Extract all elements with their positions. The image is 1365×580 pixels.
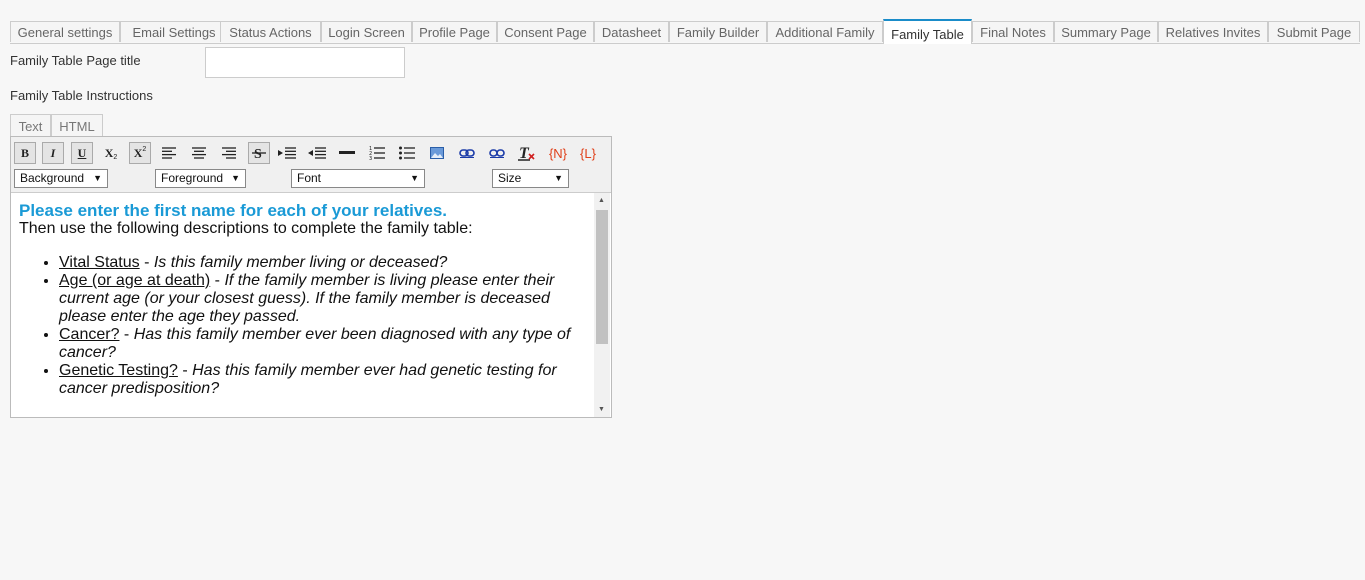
list-item: Cancer? - Has this family member ever be… [59,326,589,362]
tab-email-settings[interactable]: Email Settings [120,21,228,42]
subscript-label: X [104,145,114,160]
description-list: Vital Status - Is this family member liv… [19,254,589,398]
chevron-down-icon: ▼ [231,173,240,183]
editor-mode-html-tab[interactable]: HTML [51,114,103,137]
subscript-mark: 2 [113,153,118,161]
list-item-separator: - [210,272,225,289]
chevron-down-icon: ▼ [554,173,563,183]
chevron-down-icon: ▼ [410,173,419,183]
scrollbar-thumb[interactable] [596,210,608,344]
editor-content-area[interactable]: Please enter the first name for each of … [19,201,589,398]
bold-label: B [20,145,29,160]
insert-link-token-button[interactable]: {L} [575,142,601,164]
tab-profile-page[interactable]: Profile Page [412,21,497,42]
page-title-input[interactable] [205,47,405,78]
foreground-dropdown-label: Foreground [161,171,224,185]
list-item: Age (or age at death) - If the family me… [59,272,589,326]
tab-general-settings[interactable]: General settings [10,21,120,42]
ordered-list-icon[interactable]: 123 [366,142,388,164]
tab-status-actions[interactable]: Status Actions [220,21,321,42]
tab-datasheet[interactable]: Datasheet [594,21,669,42]
bullet-list-icon[interactable] [396,142,418,164]
italic-button[interactable]: I [42,142,64,164]
font-dropdown-label: Font [297,171,322,185]
horizontal-rule-icon[interactable] [336,142,358,164]
align-right-icon[interactable] [218,142,240,164]
background-color-dropdown[interactable]: Background ▼ [14,169,108,188]
editor-scrollbar[interactable]: ▲ ▼ [594,193,610,417]
settings-tab-bar: General settings Email Settings Status A… [10,19,1360,44]
svg-text:3: 3 [369,156,372,160]
tab-consent-page[interactable]: Consent Page [497,21,594,42]
align-left-icon[interactable] [158,142,180,164]
align-center-icon[interactable] [188,142,210,164]
indent-icon[interactable] [276,142,298,164]
list-item: Genetic Testing? - Has this family membe… [59,362,589,398]
tab-final-notes[interactable]: Final Notes [972,21,1054,42]
list-item-description: Is this family member living or deceased… [153,254,448,271]
list-item-term: Vital Status [59,254,140,271]
list-item-separator: - [119,326,134,343]
editor-toolbar: B I U X2 X2 S 123 [11,137,611,193]
list-item-term: Genetic Testing? [59,362,178,379]
underline-button[interactable]: U [71,142,93,164]
instructions-label: Family Table Instructions [10,88,153,103]
superscript-button[interactable]: X2 [129,142,151,164]
font-family-dropdown[interactable]: Font ▼ [291,169,425,188]
strikethrough-icon[interactable]: S [248,142,270,164]
image-icon[interactable] [426,142,448,164]
content-intro: Then use the following descriptions to c… [19,220,473,237]
svg-text:T: T [519,145,530,161]
list-item: Vital Status - Is this family member liv… [59,254,589,272]
tab-additional-family[interactable]: Additional Family [767,21,883,42]
clear-formatting-icon[interactable]: T [516,142,538,164]
insert-name-token-button[interactable]: {N} [545,142,571,164]
background-dropdown-label: Background [20,171,85,185]
page-title-label: Family Table Page title [10,53,141,68]
unlink-icon[interactable] [486,142,508,164]
italic-label: I [50,145,56,160]
link-icon[interactable] [456,142,478,164]
list-item-separator: - [139,254,154,271]
outdent-icon[interactable] [306,142,328,164]
superscript-label: X [133,145,143,160]
tab-summary-page[interactable]: Summary Page [1054,21,1158,42]
list-item-separator: - [177,362,193,379]
chevron-down-icon: ▼ [93,173,102,183]
underline-label: U [77,145,87,160]
list-item-term: Cancer? [59,326,120,343]
foreground-color-dropdown[interactable]: Foreground ▼ [155,169,246,188]
editor-mode-text-tab[interactable]: Text [10,114,51,137]
tab-submit-page[interactable]: Submit Page [1268,21,1360,42]
tab-login-screen[interactable]: Login Screen [321,21,412,42]
tab-family-builder[interactable]: Family Builder [669,21,767,42]
font-size-dropdown[interactable]: Size ▼ [492,169,569,188]
superscript-mark: 2 [142,145,147,153]
rich-text-editor: B I U X2 X2 S 123 [10,136,612,418]
size-dropdown-label: Size [498,171,522,185]
list-item-description: Has this family member ever been diagnos… [59,326,571,361]
list-item-term: Age (or age at death) [59,272,211,289]
content-heading: Please enter the first name for each of … [19,201,447,220]
tab-relatives-invites[interactable]: Relatives Invites [1158,21,1268,42]
subscript-button[interactable]: X2 [100,142,122,164]
scroll-up-icon[interactable]: ▲ [598,197,605,204]
bold-button[interactable]: B [14,142,36,164]
tab-family-table[interactable]: Family Table [883,19,972,44]
scroll-down-icon[interactable]: ▼ [598,406,605,413]
